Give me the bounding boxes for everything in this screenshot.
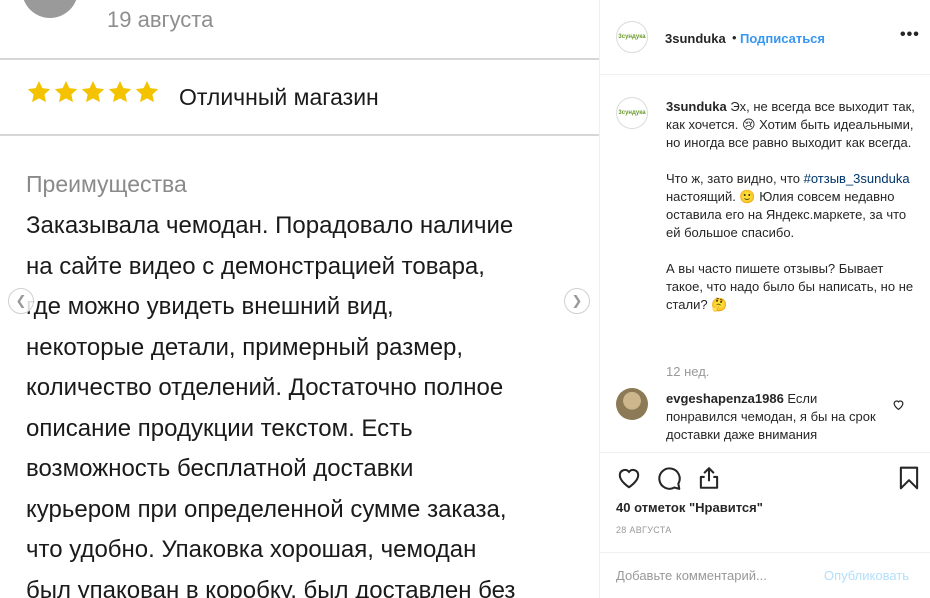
follow-button[interactable]: Подписаться [740, 31, 825, 46]
chevron-right-icon: ❯ [571, 293, 583, 308]
post-actions: 40 отметок "Нравится" 28 АВГУСТА Добавьт… [600, 452, 930, 598]
star-rating [26, 79, 160, 105]
chevron-left-icon: ❮ [15, 293, 27, 308]
review-title: Отличный магазин [179, 84, 379, 110]
review-line: количество отделений. Достаточно полное [26, 374, 504, 401]
review-line: на сайте видео с демонстрацией товара, [26, 252, 485, 280]
review-line: возможность бесплатной доставки [26, 455, 414, 482]
advantages-heading: Преимущества [26, 171, 187, 197]
review-line: что удобно. Упаковка хорошая, чемодан [26, 536, 477, 563]
comment-username[interactable]: evgeshapenza1986 [666, 391, 784, 406]
add-comment-bar: Добавьте комментарий... Опубликовать [600, 552, 930, 598]
divider [0, 134, 599, 136]
caption-avatar[interactable]: 3сундука [616, 97, 648, 129]
review-date: 19 августа [107, 7, 214, 32]
post-caption: 3sunduka Эх, не всегда все выходит так, … [666, 98, 918, 314]
review-line: был упакован в коробку, был доставлен бе… [26, 576, 516, 598]
review-line: Заказывала чемодан. Порадовало наличие [26, 212, 514, 239]
post-header: 3сундука 3sunduka • Подписаться ••• [600, 0, 930, 75]
share-icon[interactable] [696, 465, 722, 491]
review-line: некоторые детали, примерный размер, [26, 333, 464, 361]
publish-button[interactable]: Опубликовать [824, 568, 909, 583]
comment: evgeshapenza1986 Если понравился чемодан… [666, 390, 886, 444]
comment-input[interactable]: Добавьте комментарий... [616, 568, 767, 583]
post-panel: 3сундука 3sunduka • Подписаться ••• 3сун… [599, 0, 930, 598]
hashtag-link[interactable]: #отзыв_3sunduka [804, 171, 910, 186]
star-icon [134, 79, 160, 105]
caption-paragraph: Что ж, зато видно, что #отзыв_3sunduka н… [666, 170, 918, 242]
caption-text: Что ж, зато видно, что [666, 171, 804, 186]
star-icon [53, 79, 79, 105]
heart-icon[interactable] [616, 465, 642, 491]
star-icon [80, 79, 106, 105]
divider [0, 58, 599, 60]
profile-avatar[interactable]: 3сундука [616, 21, 648, 53]
header-username[interactable]: 3sunduka [665, 31, 726, 46]
post-photo[interactable]: 19 августа Отличный магазин Преимущества… [0, 0, 599, 598]
reviewer-avatar [22, 0, 78, 18]
next-slide-button[interactable]: ❯ [564, 288, 590, 314]
caption-text: настоящий. 🙂 Юлия совсем недавно оставил… [666, 189, 907, 240]
caption-paragraph: А вы часто пишете отзывы? Бывает такое, … [666, 261, 914, 312]
review-line: где можно увидеть внешний вид, [26, 293, 394, 320]
review-body: Заказывала чемодан. Порадовало наличие н… [26, 206, 586, 598]
prev-slide-button[interactable]: ❮ [8, 288, 34, 314]
commenter-avatar[interactable] [616, 388, 648, 420]
review-line: описание продукции текстом. Есть [26, 414, 413, 442]
post-date[interactable]: 28 АВГУСТА [616, 525, 672, 535]
bookmark-icon[interactable] [896, 465, 922, 491]
separator-dot: • [732, 30, 737, 45]
caption-username[interactable]: 3sunduka [666, 99, 727, 114]
comment-icon[interactable] [656, 465, 682, 491]
likes-count[interactable]: 40 отметок "Нравится" [616, 500, 763, 515]
star-icon [107, 79, 133, 105]
caption-time[interactable]: 12 нед. [666, 364, 709, 379]
more-options-icon[interactable]: ••• [900, 26, 920, 44]
review-line: курьером при определенной сумме заказа, [26, 495, 507, 523]
star-icon [26, 79, 52, 105]
comment-like-icon[interactable] [892, 398, 905, 411]
